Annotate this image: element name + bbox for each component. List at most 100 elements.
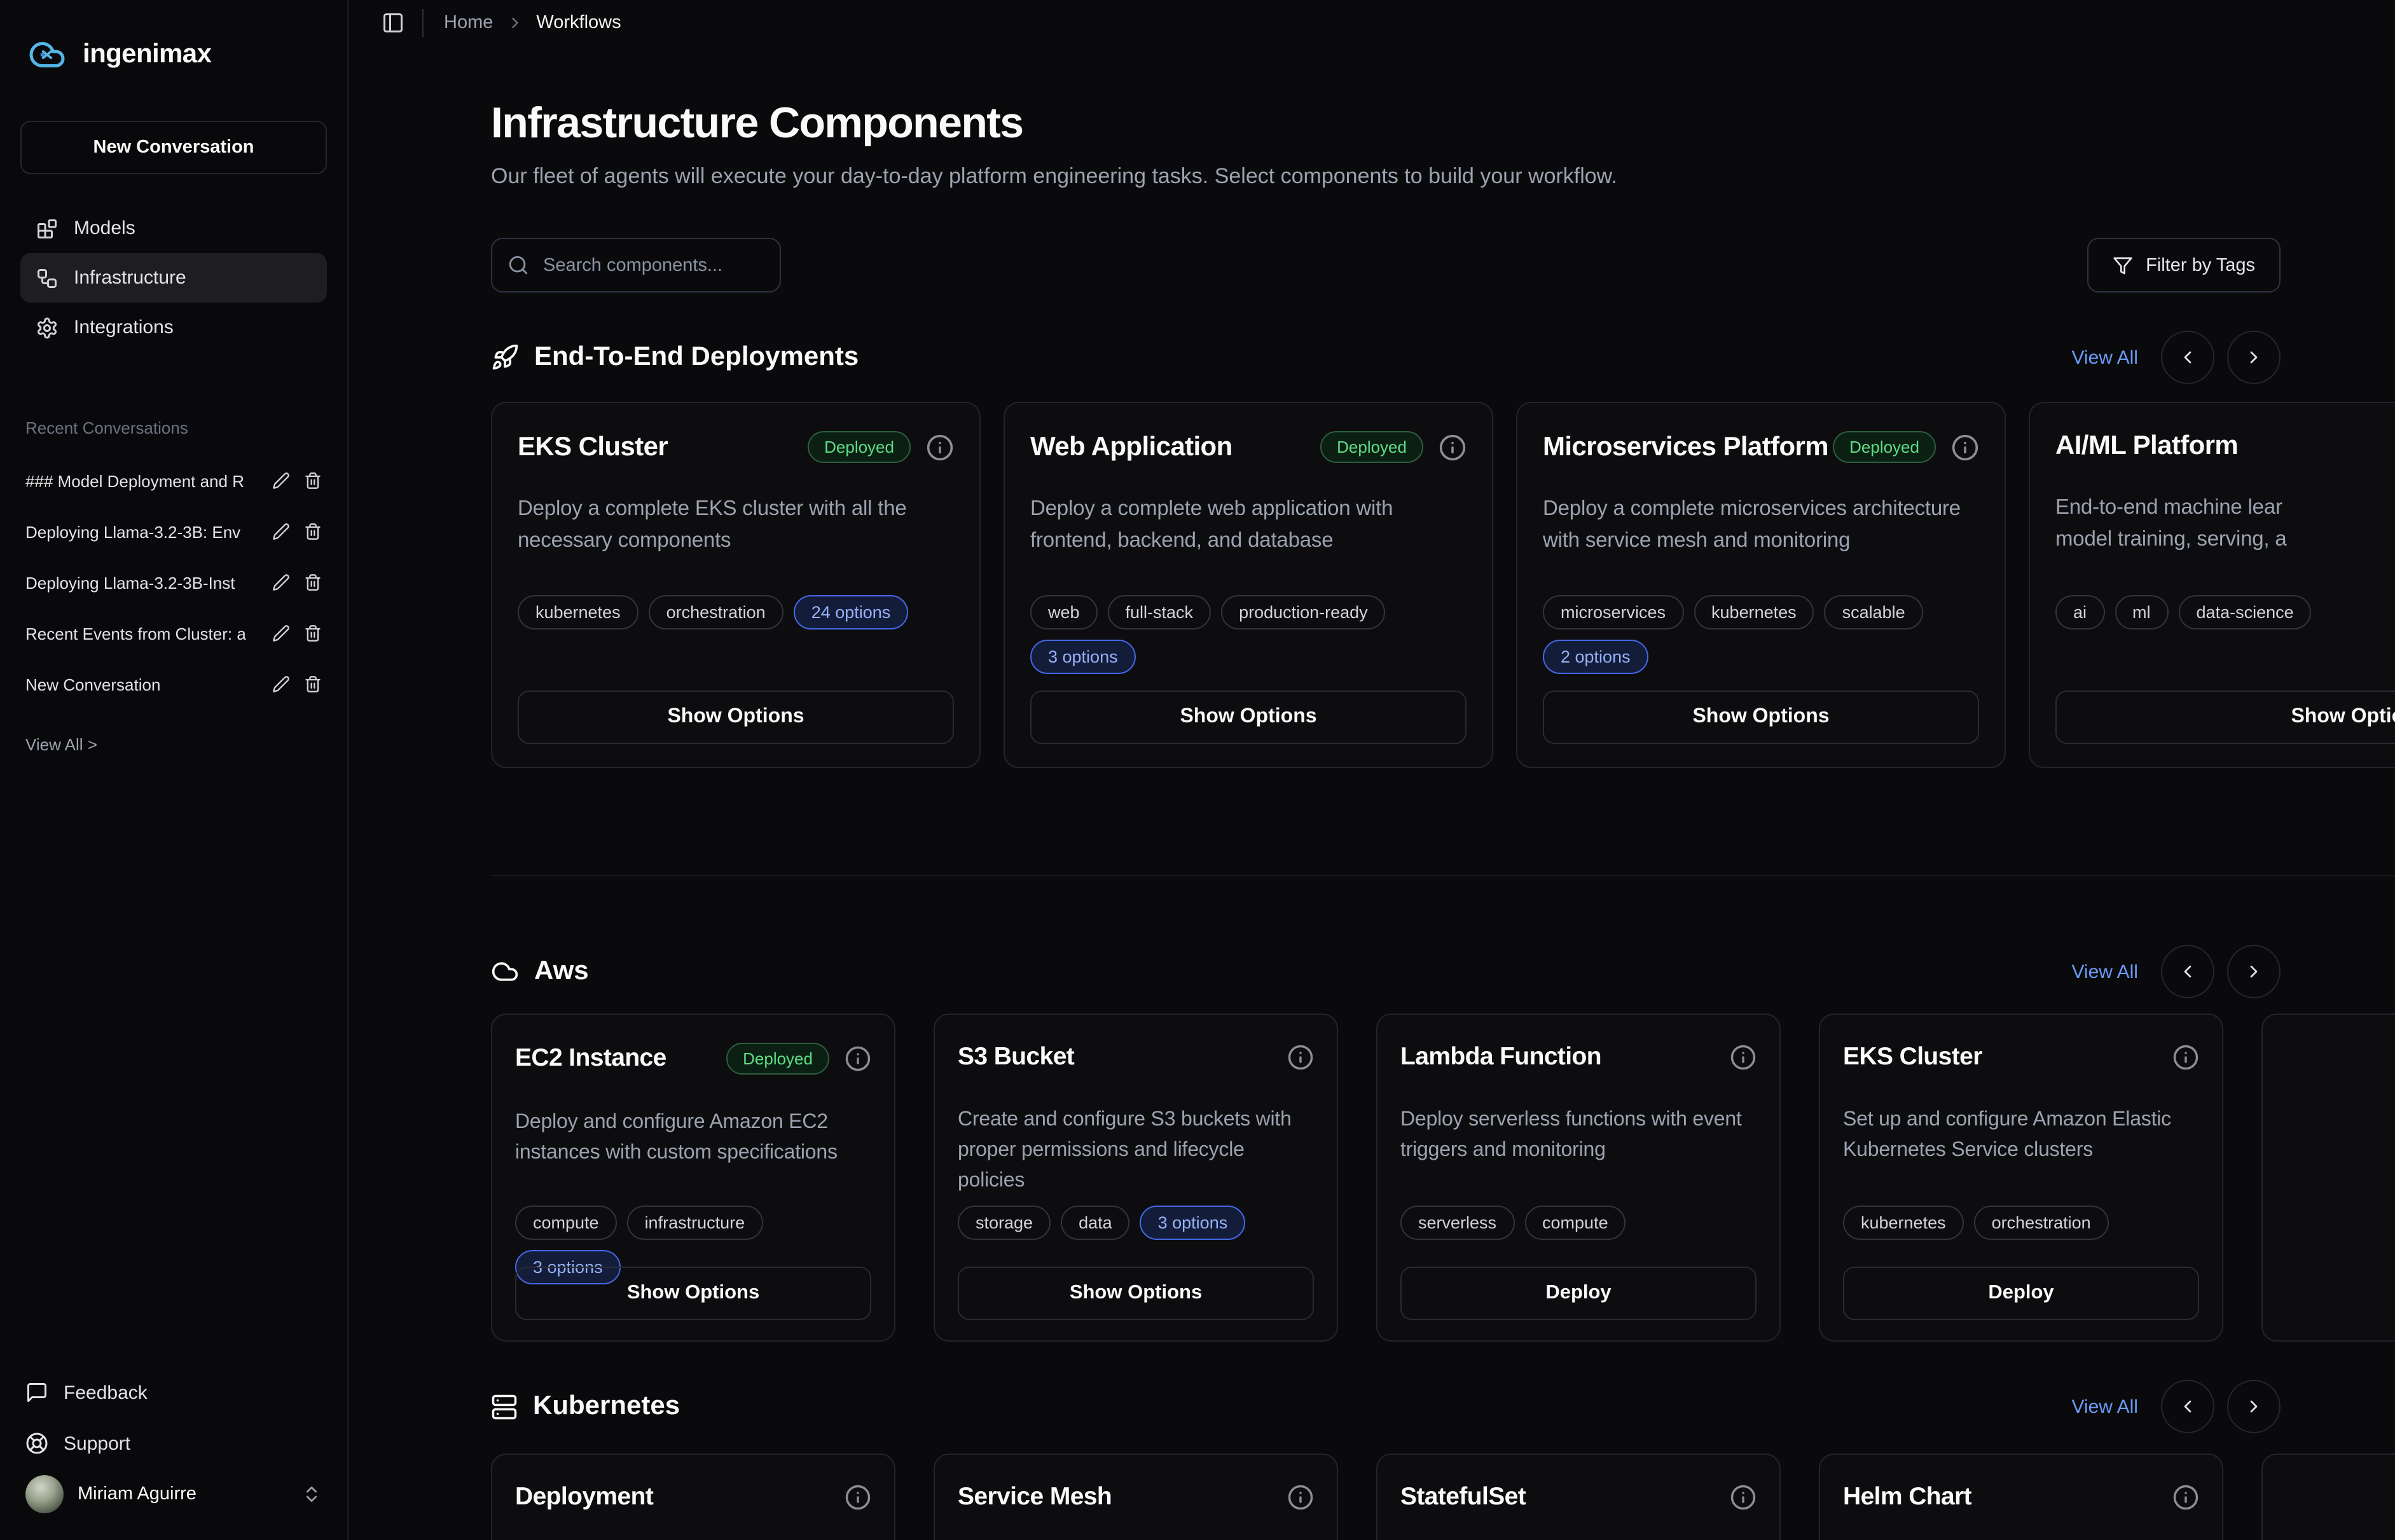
recent-conversations-heading: Recent Conversations	[20, 418, 327, 437]
deploy-button[interactable]: Deploy	[1843, 1267, 2199, 1320]
conversation-item[interactable]: Deploying Llama-3.2-3B: Env	[20, 506, 327, 557]
tag: orchestration	[1974, 1206, 2109, 1240]
carousel-next-button[interactable]	[2227, 331, 2281, 384]
component-card-partial[interactable]	[2261, 1014, 2395, 1342]
options-pill[interactable]: 24 options	[794, 595, 909, 629]
feedback-link[interactable]: Feedback	[20, 1367, 327, 1418]
options-pill[interactable]: 3 options	[1140, 1206, 1246, 1240]
conversation-item[interactable]: ### Model Deployment and R	[20, 455, 327, 506]
show-options-button[interactable]: Show Options	[515, 1267, 871, 1320]
card-title: AI/ML Platform	[2055, 431, 2238, 462]
trash-icon[interactable]	[304, 624, 322, 642]
component-card-lambda-function[interactable]: Lambda Function Deploy serverless functi…	[1376, 1014, 1781, 1342]
sidebar-item-models[interactable]: Models	[20, 203, 327, 253]
component-card-aiml-platform[interactable]: AI/ML Platform End-to-end machine lear m…	[2029, 402, 2395, 768]
user-menu[interactable]: Miriam Aguirre	[20, 1469, 327, 1520]
show-options-button[interactable]: Show Options	[518, 691, 954, 744]
page-content: Infrastructure Components Our fleet of a…	[349, 99, 2395, 1540]
conversation-item[interactable]: Deploying Llama-3.2-3B-Inst	[20, 557, 327, 608]
filter-by-tags-button[interactable]: Filter by Tags	[2087, 238, 2281, 292]
info-icon[interactable]	[1287, 1484, 1314, 1511]
info-icon[interactable]	[1439, 433, 1467, 461]
tag: data-science	[2179, 595, 2312, 629]
info-icon[interactable]	[926, 433, 954, 461]
tag: full-stack	[1108, 595, 1211, 629]
status-badge: Deployed	[1320, 431, 1423, 463]
edit-icon[interactable]	[272, 472, 290, 490]
view-all-link[interactable]: View All	[2071, 1396, 2138, 1417]
info-icon[interactable]	[845, 1045, 871, 1072]
component-card-partial[interactable]	[2261, 1454, 2395, 1540]
conversation-title: ### Model Deployment and R	[25, 471, 259, 490]
component-card-statefulset[interactable]: StatefulSet	[1376, 1454, 1781, 1540]
topbar-divider	[422, 9, 424, 37]
show-options-button[interactable]: Show Options	[1543, 691, 1979, 744]
brand-name: ingenimax	[83, 39, 211, 70]
topbar: Home Workflows	[349, 0, 2395, 46]
show-options-button[interactable]: Show Options	[2055, 691, 2395, 744]
sidebar-view-all-link[interactable]: View All >	[20, 735, 327, 754]
workflow-icon	[36, 266, 59, 289]
info-icon[interactable]	[2172, 1484, 2199, 1511]
card-description: Create and configure S3 buckets with pro…	[958, 1105, 1314, 1197]
info-icon[interactable]	[845, 1484, 871, 1511]
app-window: ingenimax New Conversation Models Infras…	[0, 0, 2395, 1540]
avatar	[25, 1475, 64, 1513]
carousel-prev-button[interactable]	[2161, 945, 2214, 998]
edit-icon[interactable]	[272, 624, 290, 642]
carousel-prev-button[interactable]	[2161, 1380, 2214, 1433]
component-card-microservices-platform[interactable]: Microservices Platform Deployed Deploy a…	[1516, 402, 2006, 768]
edit-icon[interactable]	[272, 523, 290, 540]
edit-icon[interactable]	[272, 574, 290, 591]
edit-icon[interactable]	[272, 675, 290, 693]
carousel-next-button[interactable]	[2227, 945, 2281, 998]
sidebar-item-label: Infrastructure	[74, 267, 186, 289]
view-all-link[interactable]: View All	[2071, 961, 2138, 982]
carousel-next-button[interactable]	[2227, 1380, 2281, 1433]
info-icon[interactable]	[1287, 1044, 1314, 1071]
component-card-eks-cluster[interactable]: EKS Cluster Deployed Deploy a complete E…	[491, 402, 981, 768]
view-all-link[interactable]: View All	[2071, 347, 2138, 368]
breadcrumb-home[interactable]: Home	[444, 13, 493, 33]
component-card-deployment[interactable]: Deployment	[491, 1454, 895, 1540]
component-card-web-application[interactable]: Web Application Deployed Deploy a comple…	[1004, 402, 1493, 768]
search-box	[491, 238, 781, 292]
trash-icon[interactable]	[304, 574, 322, 591]
info-icon[interactable]	[1951, 433, 1979, 461]
show-options-button[interactable]: Show Options	[1030, 691, 1467, 744]
support-link[interactable]: Support	[20, 1418, 327, 1469]
sidebar-item-label: Integrations	[74, 317, 174, 338]
options-pill[interactable]: 2 options	[1543, 640, 1648, 674]
card-title: S3 Bucket	[958, 1043, 1074, 1072]
info-icon[interactable]	[2172, 1044, 2199, 1071]
info-icon[interactable]	[1730, 1044, 1757, 1071]
component-card-s3-bucket[interactable]: S3 Bucket Create and configure S3 bucket…	[934, 1014, 1338, 1342]
search-input[interactable]	[491, 238, 781, 292]
card-title: Service Mesh	[958, 1483, 1112, 1512]
cards-row-aws: EC2 Instance Deployed Deploy and configu…	[491, 1014, 2395, 1342]
component-card-service-mesh[interactable]: Service Mesh	[934, 1454, 1338, 1540]
trash-icon[interactable]	[304, 675, 322, 693]
conversation-item[interactable]: Recent Events from Cluster: a	[20, 608, 327, 659]
component-card-ec2-instance[interactable]: EC2 Instance Deployed Deploy and configu…	[491, 1014, 895, 1342]
component-card-eks-cluster-aws[interactable]: EKS Cluster Set up and configure Amazon …	[1819, 1014, 2223, 1342]
sidebar-item-label: Models	[74, 217, 135, 239]
trash-icon[interactable]	[304, 472, 322, 490]
trash-icon[interactable]	[304, 523, 322, 540]
card-title: EKS Cluster	[1843, 1043, 1982, 1072]
sidebar: ingenimax New Conversation Models Infras…	[0, 0, 349, 1540]
new-conversation-button[interactable]: New Conversation	[20, 121, 327, 174]
options-pill[interactable]: 3 options	[1030, 640, 1136, 674]
conversation-item[interactable]: New Conversation	[20, 659, 327, 710]
show-options-button[interactable]: Show Options	[958, 1267, 1314, 1320]
card-description-line: model training, serving, a	[2055, 524, 2395, 556]
component-card-helm-chart[interactable]: Helm Chart	[1819, 1454, 2223, 1540]
sidebar-toggle-icon[interactable]	[382, 11, 404, 34]
sidebar-item-infrastructure[interactable]: Infrastructure	[20, 253, 327, 303]
tag: production-ready	[1221, 595, 1386, 629]
sidebar-item-integrations[interactable]: Integrations	[20, 303, 327, 352]
deploy-button[interactable]: Deploy	[1400, 1267, 1757, 1320]
chat-bubble-icon	[25, 1381, 48, 1404]
carousel-prev-button[interactable]	[2161, 331, 2214, 384]
info-icon[interactable]	[1730, 1484, 1757, 1511]
